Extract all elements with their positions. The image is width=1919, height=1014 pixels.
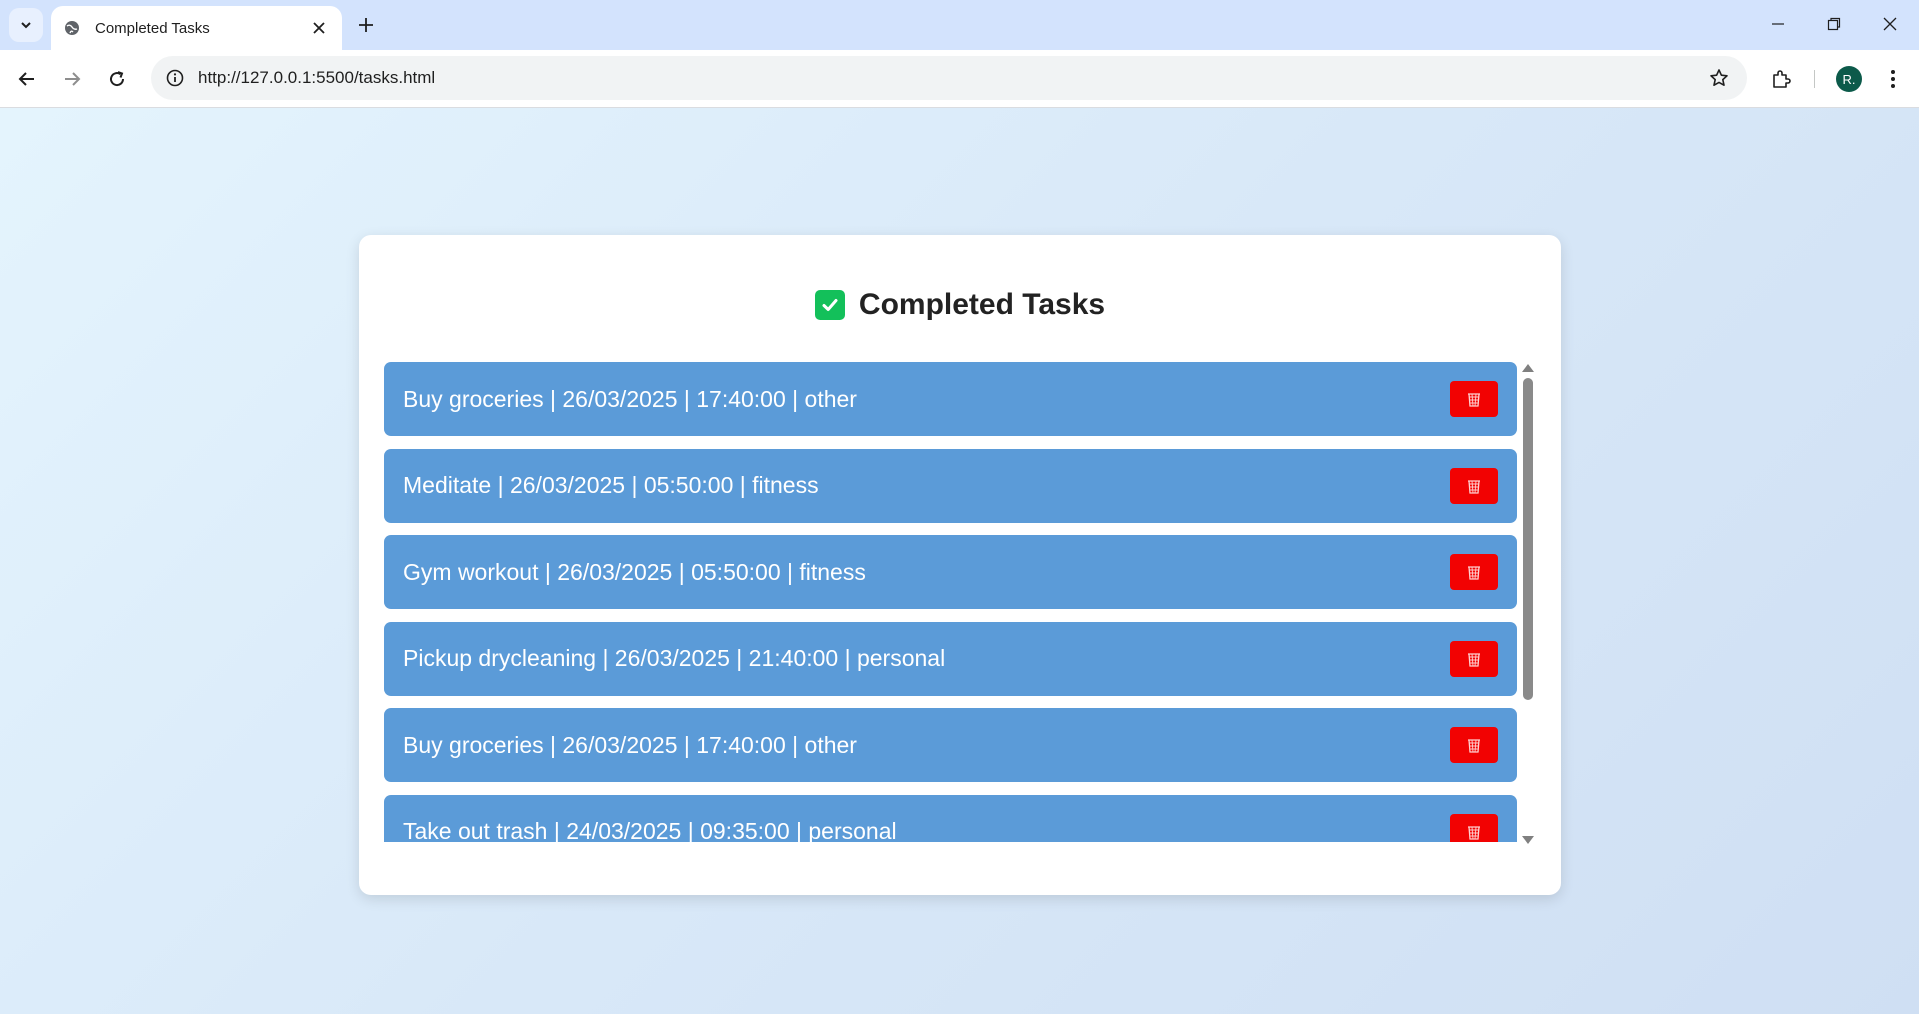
task-item: Gym workout | 26/03/2025 | 05:50:00 | fi… xyxy=(384,535,1517,609)
tasks-card: Completed Tasks Buy groceries | 26/03/20… xyxy=(359,235,1561,895)
page-viewport: Completed Tasks Buy groceries | 26/03/20… xyxy=(0,108,1919,1014)
trash-icon xyxy=(1468,652,1480,667)
plus-icon xyxy=(359,18,373,32)
minimize-button[interactable] xyxy=(1756,6,1800,42)
browser-tab[interactable]: Completed Tasks xyxy=(51,6,342,50)
delete-task-button[interactable] xyxy=(1450,813,1498,842)
task-text: Buy groceries | 26/03/2025 | 17:40:00 | … xyxy=(403,385,857,412)
trash-icon xyxy=(1468,566,1480,580)
url-text[interactable]: http://127.0.0.1:5500/tasks.html xyxy=(198,68,1699,88)
site-info-icon[interactable] xyxy=(153,56,197,100)
checkbox-checked-icon xyxy=(814,290,845,320)
page-title: Completed Tasks xyxy=(858,288,1106,321)
minimize-icon xyxy=(1772,23,1784,25)
reload-button[interactable] xyxy=(100,62,134,96)
restore-button[interactable] xyxy=(1812,6,1856,42)
delete-task-button[interactable] xyxy=(1450,381,1498,417)
browser-tab-strip: Completed Tasks xyxy=(0,0,1919,50)
delete-task-button[interactable] xyxy=(1450,467,1498,504)
browser-toolbar: http://127.0.0.1:5500/tasks.html R. xyxy=(0,50,1919,108)
delete-task-button[interactable] xyxy=(1450,554,1498,590)
task-text: Meditate | 26/03/2025 | 05:50:00 | fitne… xyxy=(403,472,819,498)
scrollbar-thumb[interactable] xyxy=(1523,378,1533,700)
task-item: Buy groceries | 26/03/2025 | 17:40:00 | … xyxy=(384,708,1517,782)
trash-icon xyxy=(1468,739,1480,753)
trash-icon xyxy=(1468,479,1480,494)
task-text: Pickup drycleaning | 26/03/2025 | 21:40:… xyxy=(403,645,946,671)
profile-avatar[interactable]: R. xyxy=(1836,66,1862,92)
tab-title: Completed Tasks xyxy=(95,19,210,37)
bookmark-star-icon[interactable] xyxy=(1699,58,1739,98)
close-window-button[interactable] xyxy=(1868,6,1912,42)
task-text: Gym workout | 26/03/2025 | 05:50:00 | fi… xyxy=(403,558,866,585)
task-list-scrollbar[interactable] xyxy=(1520,362,1536,846)
browser-menu-button[interactable] xyxy=(1876,62,1910,96)
task-item: Meditate | 26/03/2025 | 05:50:00 | fitne… xyxy=(384,448,1517,523)
close-icon xyxy=(1883,17,1897,31)
trash-icon xyxy=(1468,825,1480,840)
scroll-down-arrow-icon[interactable] xyxy=(1522,836,1534,844)
reload-icon xyxy=(110,71,125,87)
trash-icon xyxy=(1468,393,1480,407)
close-tab-icon[interactable] xyxy=(308,17,330,39)
task-item: Buy groceries | 26/03/2025 | 17:40:00 | … xyxy=(384,362,1517,436)
tab-search-button[interactable] xyxy=(9,8,43,42)
task-list[interactable]: Buy groceries | 26/03/2025 | 17:40:00 | … xyxy=(384,362,1517,842)
arrow-left-icon xyxy=(18,72,34,86)
task-text: Take out trash | 24/03/2025 | 09:35:00 |… xyxy=(403,818,897,842)
scroll-up-arrow-icon[interactable] xyxy=(1522,364,1534,372)
puzzle-icon xyxy=(1773,70,1791,88)
delete-task-button[interactable] xyxy=(1450,727,1498,763)
new-tab-button[interactable] xyxy=(352,11,380,39)
more-vert-icon xyxy=(1891,70,1895,88)
task-text: Buy groceries | 26/03/2025 | 17:40:00 | … xyxy=(403,731,857,758)
globe-icon xyxy=(63,19,81,37)
arrow-right-icon xyxy=(65,72,81,86)
task-item: Take out trash | 24/03/2025 | 09:35:00 |… xyxy=(384,794,1517,842)
card-header: Completed Tasks xyxy=(359,283,1561,327)
chevron-down-icon xyxy=(21,22,31,29)
toolbar-divider xyxy=(1814,70,1815,88)
forward-button[interactable] xyxy=(55,62,89,96)
task-item: Pickup drycleaning | 26/03/2025 | 21:40:… xyxy=(384,621,1517,696)
delete-task-button[interactable] xyxy=(1450,640,1498,677)
back-button[interactable] xyxy=(10,62,44,96)
restore-icon xyxy=(1827,17,1841,31)
address-bar[interactable]: http://127.0.0.1:5500/tasks.html xyxy=(151,56,1747,100)
extensions-button[interactable] xyxy=(1764,62,1798,96)
